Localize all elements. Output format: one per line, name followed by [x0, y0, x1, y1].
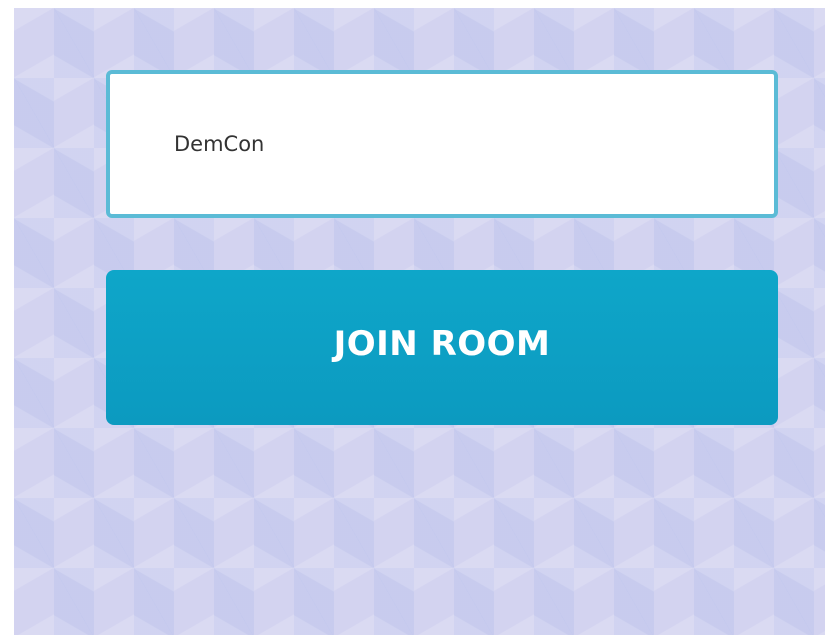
join-room-button[interactable]: JOIN ROOM [106, 270, 778, 425]
background-panel: JOIN ROOM [14, 8, 825, 635]
room-name-field[interactable] [106, 70, 778, 218]
room-name-input[interactable] [110, 74, 774, 214]
